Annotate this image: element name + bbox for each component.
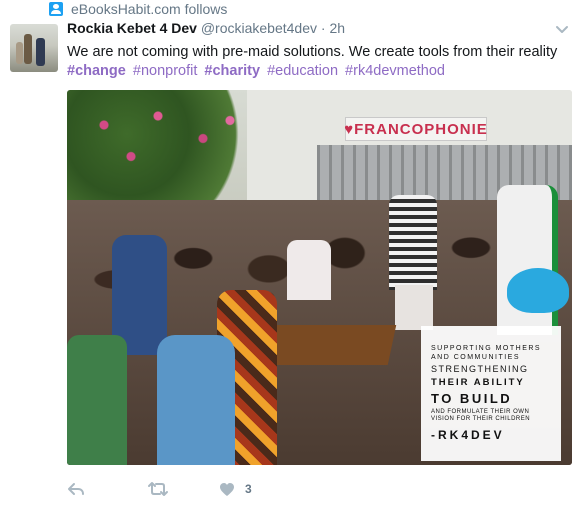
avatar[interactable] xyxy=(10,24,58,72)
social-context-label: eBooksHabit.com follows xyxy=(71,1,228,17)
overlay-line: TO BUILD xyxy=(431,391,513,406)
hashtag-link[interactable]: #rk4devmethod xyxy=(345,63,445,79)
overlay-line: SUPPORTING MOTHERS xyxy=(431,345,542,352)
photo-child xyxy=(157,335,235,465)
overlay-line: AND FORMULATE THEIR OWN xyxy=(431,409,530,415)
like-button[interactable]: 3 xyxy=(219,482,252,497)
tweet-text: We are not coming with pre-maid solution… xyxy=(67,44,558,60)
retweet-icon xyxy=(147,481,169,497)
overlay-line: STRENGTHENING xyxy=(431,364,529,374)
display-name[interactable]: Rockia Kebet 4 Dev xyxy=(67,20,197,36)
hashtag-link[interactable]: #charity xyxy=(204,63,260,79)
overlay-line: VISION FOR THEIR CHILDREN xyxy=(431,416,531,422)
timestamp[interactable]: 2h xyxy=(329,20,345,36)
tweet-photo[interactable]: ♥FRANCOPHONIE SUPPORTING MOTHERS AND COM… xyxy=(67,90,572,465)
social-context-row[interactable]: eBooksHabit.com follows xyxy=(49,0,227,18)
photo-flowers xyxy=(77,98,257,188)
hashtag-link[interactable]: #change xyxy=(67,63,126,79)
overlay-line: THEIR ABILITY xyxy=(431,377,525,388)
photo-woman-legs xyxy=(395,285,433,330)
reply-icon xyxy=(67,481,85,497)
heart-icon xyxy=(219,482,235,497)
photo-table xyxy=(267,325,397,365)
photo-basin xyxy=(507,268,569,313)
chevron-down-icon[interactable] xyxy=(555,22,569,36)
photo-woman xyxy=(389,195,437,290)
tweet-header: Rockia Kebet 4 Dev @rockiakebet4dev · 2h xyxy=(67,20,345,36)
separator: · xyxy=(320,20,326,36)
photo-banner: ♥FRANCOPHONIE xyxy=(344,117,487,141)
person-icon xyxy=(49,2,63,16)
tweet-actions: 3 xyxy=(67,480,252,498)
reply-button[interactable] xyxy=(67,481,85,497)
photo-overlay-text: SUPPORTING MOTHERS AND COMMUNITIES STREN… xyxy=(421,326,561,461)
photo-child xyxy=(287,240,331,300)
hashtag-link[interactable]: #nonprofit xyxy=(133,63,198,79)
hashtag-link[interactable]: #education xyxy=(267,63,338,79)
like-count: 3 xyxy=(245,482,252,496)
hashtag-list: #change #nonprofit #charity #education #… xyxy=(67,61,448,81)
user-handle[interactable]: @rockiakebet4dev xyxy=(201,20,317,36)
photo-child xyxy=(67,335,127,465)
retweet-button[interactable] xyxy=(147,481,169,497)
overlay-line: AND COMMUNITIES xyxy=(431,354,520,361)
overlay-line: -RK4DEV xyxy=(431,428,505,442)
